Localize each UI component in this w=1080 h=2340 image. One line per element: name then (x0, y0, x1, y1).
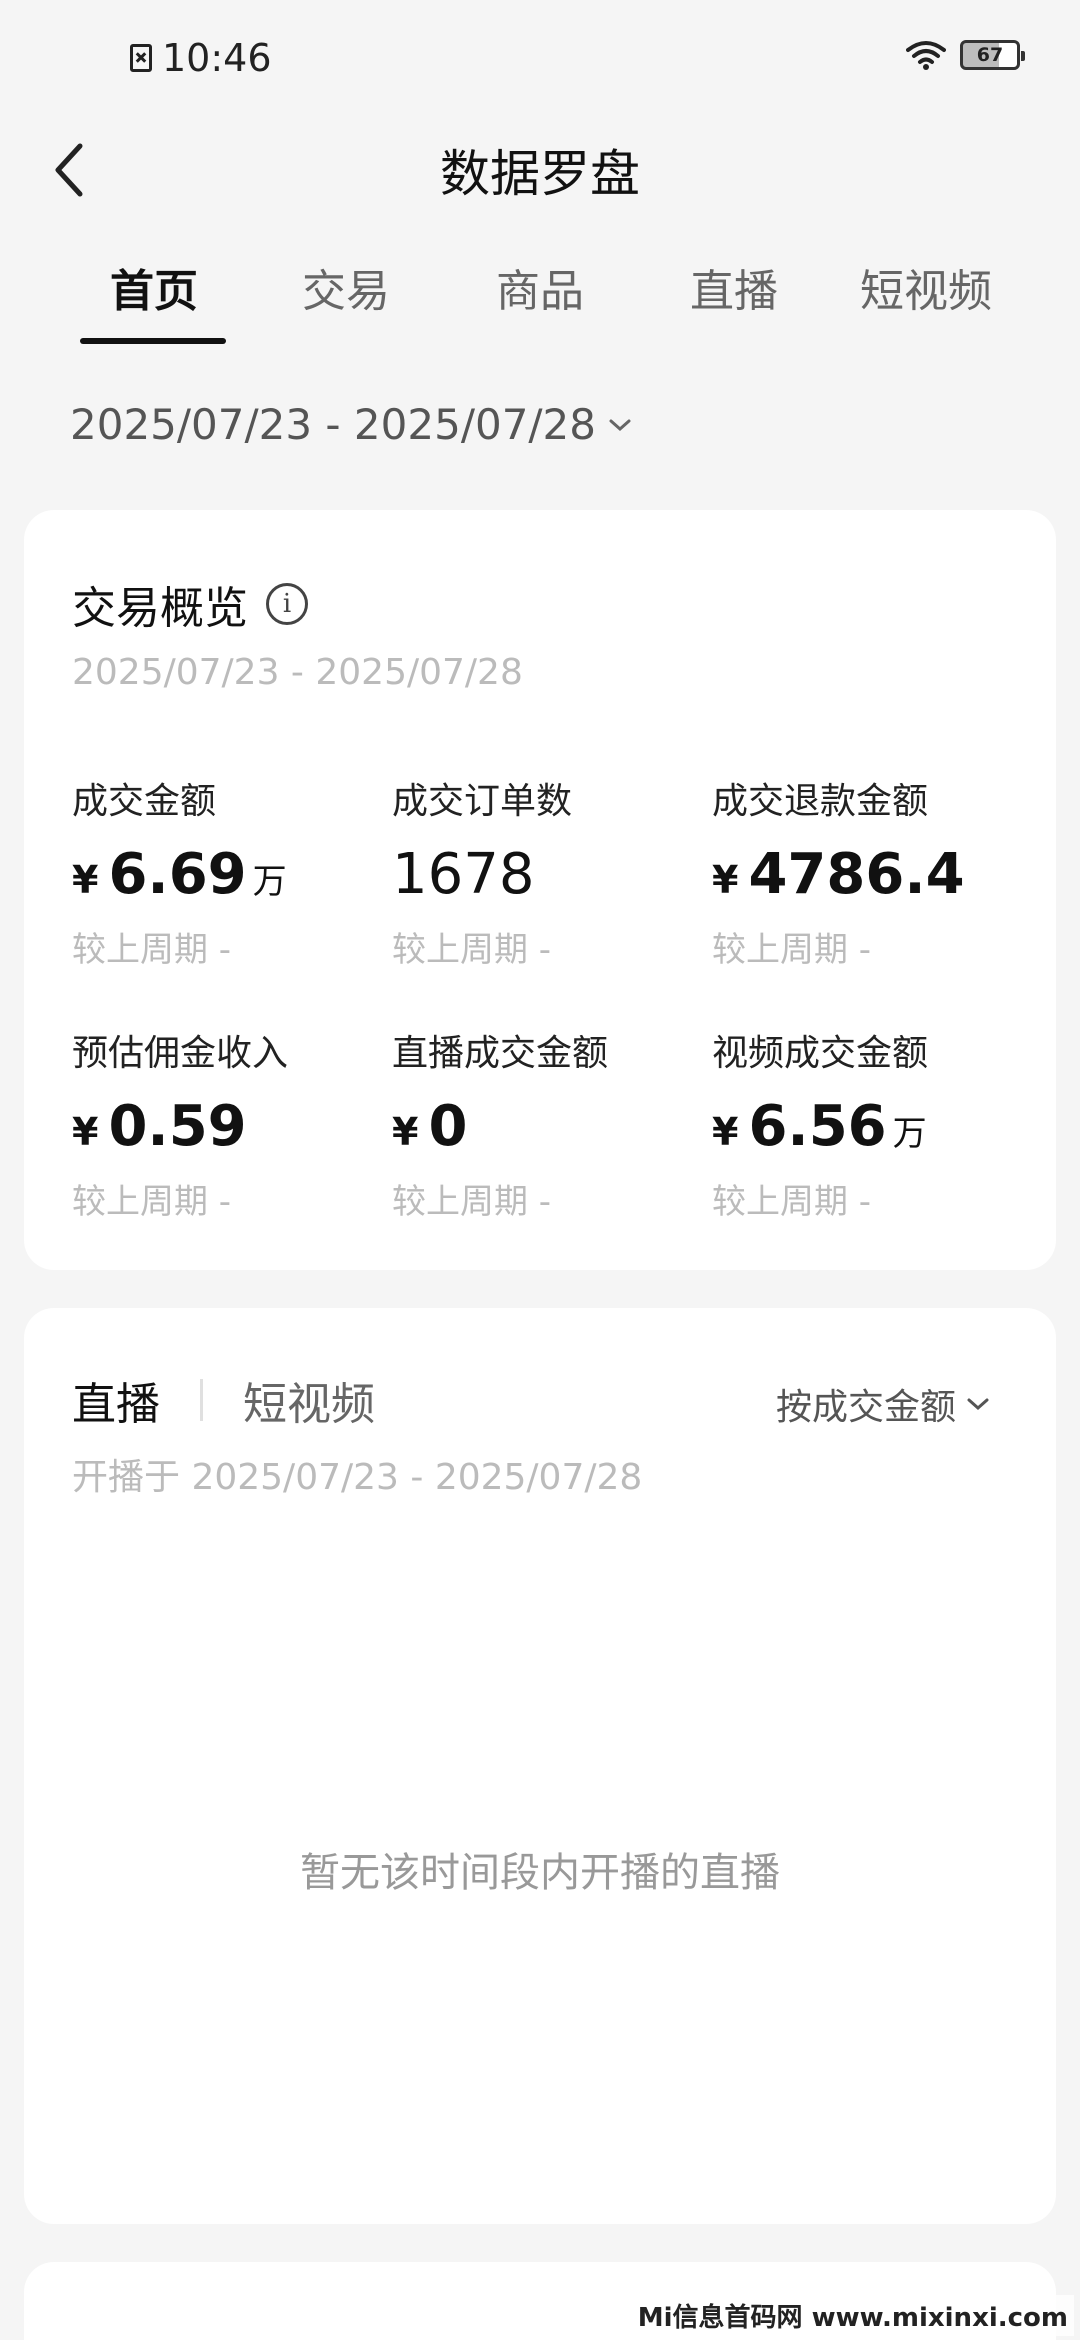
chevron-down-icon (609, 419, 631, 431)
metric-unit: 万 (252, 862, 287, 902)
metric-value: ¥ 6.69 万 (72, 842, 392, 907)
metric-label: 成交订单数 (392, 781, 573, 822)
metric-compare: 较上周期 - (72, 930, 232, 970)
status-time: 10:46 (162, 36, 272, 80)
metric-gmv[interactable]: 成交金额 ¥ 6.69 万 较上周期 - (72, 772, 392, 971)
metric-number: 0 (428, 1094, 468, 1159)
tab-live[interactable]: 直播 (690, 255, 778, 319)
status-time-group: 10:46 (130, 36, 272, 80)
tab-home[interactable]: 首页 (110, 255, 198, 319)
metric-commission[interactable]: 预估佣金收入 ¥ 0.59 较上周期 - (72, 1024, 392, 1223)
no-sim-icon (130, 44, 152, 72)
metric-label: 预估佣金收入 (72, 1033, 289, 1074)
info-icon[interactable]: i (266, 583, 308, 625)
metric-compare: 较上周期 - (392, 930, 552, 970)
metric-label: 成交金额 (72, 781, 217, 822)
metric-value: ¥ 0.59 (72, 1094, 392, 1159)
currency-symbol: ¥ (712, 858, 739, 902)
metric-refund-amount[interactable]: 成交退款金额 ¥ 4786.4 较上周期 - (712, 772, 1032, 971)
live-tab-short-video[interactable]: 短视频 (243, 1368, 375, 1432)
metric-number: 6.56 (748, 1094, 887, 1159)
sort-label: 按成交金额 (775, 1387, 956, 1428)
chevron-down-icon (967, 1398, 989, 1411)
metric-label: 成交退款金额 (712, 781, 929, 822)
trade-overview-card: 交易概览 i 2025/07/23 - 2025/07/28 成交金额 ¥ 6.… (24, 510, 1056, 1270)
page-title: 数据罗盘 (440, 145, 640, 203)
status-right: 67 (906, 40, 1025, 70)
metric-number: 0.59 (108, 1094, 247, 1159)
date-range-selector[interactable]: 2025/07/23 - 2025/07/28 (70, 400, 632, 449)
metric-value: ¥ 4786.4 (712, 842, 1032, 907)
currency-symbol: ¥ (392, 1110, 419, 1154)
status-bar: 10:46 67 (0, 0, 1080, 120)
currency-symbol: ¥ (712, 1110, 739, 1154)
date-range-text: 2025/07/23 - 2025/07/28 (70, 400, 597, 449)
tab-products[interactable]: 商品 (496, 255, 584, 319)
overview-title: 交易概览 (72, 583, 248, 634)
metric-order-count[interactable]: 成交订单数 1678 较上周期 - (392, 772, 712, 971)
currency-symbol: ¥ (72, 858, 99, 902)
watermark: Mi信息首码网 www.mixinxi.com (631, 2295, 1074, 2336)
metric-number: 1678 (392, 842, 535, 907)
metric-number: 6.69 (108, 842, 247, 907)
metric-value: 1678 (392, 842, 712, 907)
battery-level: 67 (976, 44, 1004, 66)
metric-compare: 较上周期 - (712, 930, 872, 970)
live-tab-live[interactable]: 直播 (72, 1368, 160, 1432)
tab-bar: 首页 交易 商品 直播 短视频 (0, 255, 1080, 345)
metric-number: 4786.4 (748, 842, 965, 907)
metric-live-gmv[interactable]: 直播成交金额 ¥ 0 较上周期 - (392, 1024, 712, 1223)
page: 10:46 67 数据罗盘 首页 交易 商品 直播 短视频 2025/07/23… (0, 0, 1080, 2340)
metric-video-gmv[interactable]: 视频成交金额 ¥ 6.56 万 较上周期 - (712, 1024, 1032, 1223)
metric-label: 直播成交金额 (392, 1033, 609, 1074)
metric-value: ¥ 6.56 万 (712, 1094, 1032, 1159)
empty-state-text: 暂无该时间段内开播的直播 (300, 1850, 780, 1896)
overview-date-range: 2025/07/23 - 2025/07/28 (72, 652, 523, 693)
sort-dropdown[interactable]: 按成交金额 (776, 1378, 990, 1430)
live-tab-switch: 直播 短视频 (72, 1368, 375, 1432)
metric-compare: 较上周期 - (72, 1182, 232, 1222)
metric-label: 视频成交金额 (712, 1033, 929, 1074)
metric-value: ¥ 0 (392, 1094, 712, 1159)
tab-trade[interactable]: 交易 (302, 255, 390, 319)
tab-active-indicator (80, 338, 226, 344)
metric-compare: 较上周期 - (712, 1182, 872, 1222)
live-video-card: 直播 短视频 按成交金额 开播于 2025/07/23 - 2025/07/28… (24, 1308, 1056, 2224)
tab-short-video[interactable]: 短视频 (860, 255, 992, 319)
wifi-icon (906, 40, 946, 70)
metric-compare: 较上周期 - (392, 1182, 552, 1222)
currency-symbol: ¥ (72, 1110, 99, 1154)
overview-title-group: 交易概览 i (72, 572, 308, 636)
live-date-range: 开播于 2025/07/23 - 2025/07/28 (72, 1457, 643, 1498)
battery-icon: 67 (960, 40, 1025, 70)
tab-divider (200, 1379, 203, 1421)
metric-unit: 万 (892, 1114, 927, 1154)
